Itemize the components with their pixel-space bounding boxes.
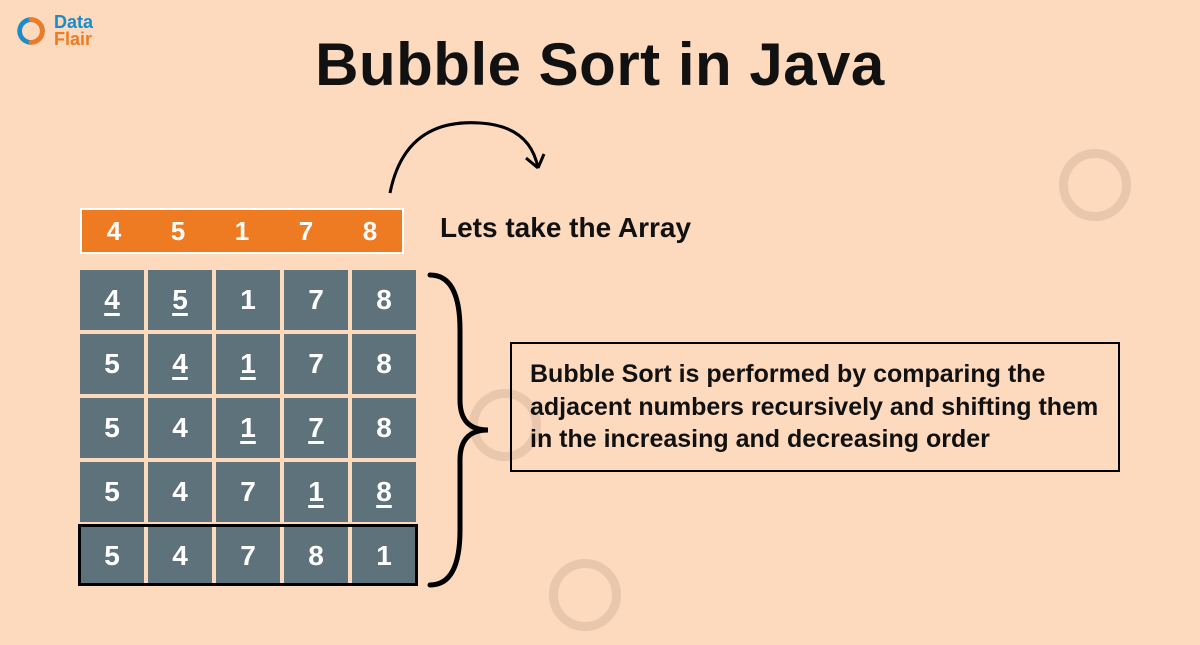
watermark-icon	[1050, 140, 1140, 190]
array-cell: 8	[338, 210, 402, 252]
step-cell: 8	[352, 462, 416, 522]
array-cell: 4	[82, 210, 146, 252]
step-cell: 4	[148, 334, 212, 394]
step-cell: 4	[80, 270, 144, 330]
step-cell: 7	[284, 398, 348, 458]
array-cell: 1	[210, 210, 274, 252]
step-cell: 7	[284, 270, 348, 330]
step-cell: 1	[352, 526, 416, 586]
initial-array-row: 4 5 1 7 8	[80, 208, 404, 254]
step-cell: 4	[148, 462, 212, 522]
step-cell: 7	[216, 462, 280, 522]
step-cell: 1	[216, 334, 280, 394]
step-cell: 7	[284, 334, 348, 394]
watermark-icon	[540, 550, 630, 600]
step-cell: 1	[216, 270, 280, 330]
step-cell: 1	[284, 462, 348, 522]
watermark-icon	[460, 380, 550, 430]
step-cell: 5	[80, 398, 144, 458]
step-cell: 4	[148, 398, 212, 458]
sort-steps-grid: 4517854178541785471854781	[80, 270, 416, 586]
step-cell: 4	[148, 526, 212, 586]
arrow-icon	[380, 108, 560, 208]
step-cell: 7	[216, 526, 280, 586]
array-cell: 5	[146, 210, 210, 252]
step-cell: 5	[80, 462, 144, 522]
step-cell: 5	[80, 334, 144, 394]
step-cell: 1	[216, 398, 280, 458]
array-label: Lets take the Array	[440, 212, 691, 244]
description-box: Bubble Sort is performed by comparing th…	[510, 342, 1120, 472]
step-cell: 8	[352, 398, 416, 458]
step-cell: 8	[352, 334, 416, 394]
array-cell: 7	[274, 210, 338, 252]
step-cell: 8	[352, 270, 416, 330]
step-cell: 5	[80, 526, 144, 586]
page-title: Bubble Sort in Java	[0, 30, 1200, 99]
step-cell: 8	[284, 526, 348, 586]
step-cell: 5	[148, 270, 212, 330]
